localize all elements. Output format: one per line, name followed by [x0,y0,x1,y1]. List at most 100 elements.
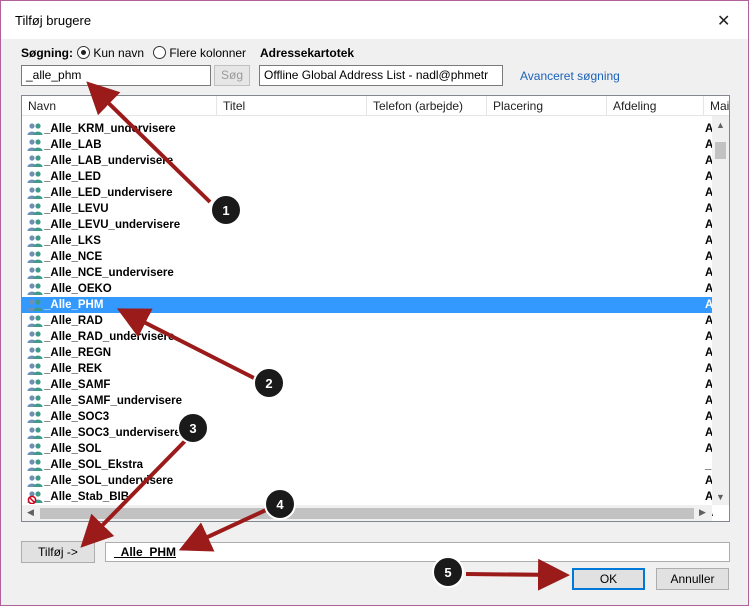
group-icon [27,442,43,456]
list-header: Navn Titel Telefon (arbejde) Placering A… [22,96,729,116]
row-name: _Alle_SOL_undervisere [44,475,174,487]
table-row[interactable]: _Alle_LKS A [22,233,713,249]
group-icon [27,282,43,296]
row-mail: _ [705,459,712,471]
group-icon [27,250,43,264]
radio-checked-icon[interactable] [77,46,90,59]
column-header-phone[interactable]: Telefon (arbejde) [367,96,487,116]
table-row[interactable]: _Alle_LEVU_undervisere A [22,217,713,233]
address-book-label: Adressekartotek [260,46,355,60]
table-row[interactable]: _Alle_SOL_Ekstra _ [22,457,712,473]
scroll-down-icon[interactable]: ▼ [716,492,725,502]
table-row[interactable]: _Alle_SOC3 A [22,409,713,425]
row-name: _Alle_SOC3 [44,411,110,423]
row-name: _Alle_SOL_Ekstra [44,459,144,471]
table-row[interactable]: _Alle_LED_undervisere A [22,185,713,201]
row-name: _Alle_LED_undervisere [44,187,173,199]
row-name: _Alle_LAB_undervisere [44,155,174,167]
group-icon [27,202,43,216]
vertical-scroll-thumb[interactable] [715,142,726,159]
radio-more-columns[interactable]: Flere kolonner [153,46,246,60]
group-icon [27,330,43,344]
group-icon [27,218,43,232]
user-list: Navn Titel Telefon (arbejde) Placering A… [21,95,730,522]
list-rows: _Alle_KRM_undervisere A _Alle_LAB A _Alle_LA… [22,121,713,521]
close-icon[interactable]: ✕ [717,11,730,31]
table-row[interactable]: _Alle_Stab_BIB A [22,489,713,505]
group-icon [27,266,43,280]
ok-button[interactable]: OK [572,568,645,590]
radio-name-only-label: Kun navn [93,46,145,60]
added-users-field[interactable]: _Alle_PHM [105,542,730,562]
row-name: _Alle_RAD [44,315,103,327]
scroll-up-icon[interactable]: ▲ [716,120,725,130]
group-icon [27,154,43,168]
radio-more-columns-label: Flere kolonner [169,46,247,60]
row-name: _Alle_SAMF_undervisere [44,395,183,407]
group-icon [27,138,43,152]
row-name: _Alle_RAD_undervisere [44,331,175,343]
table-row[interactable]: _Alle_SOL_undervisere A [22,473,713,489]
address-book-value: Offline Global Address List - nadl@phmet… [264,68,489,82]
group-icon [27,186,43,200]
table-row[interactable]: _Alle_REGN A [22,345,713,361]
scroll-right-icon[interactable]: ▶ [699,507,706,518]
column-header-name[interactable]: Navn [22,96,217,116]
group-icon [27,426,43,440]
row-name: _Alle_LED [44,171,101,183]
radio-unchecked-icon[interactable] [153,46,166,59]
row-name: _Alle_KRM_undervisere [44,123,176,135]
group-icon [27,346,43,360]
title-bar: Tilføj brugere ✕ [1,1,748,39]
table-row[interactable]: _Alle_LED A [22,169,713,185]
row-name: _Alle_OEKO [44,283,112,295]
table-row[interactable]: _Alle_LAB A [22,137,713,153]
address-book-select[interactable]: Offline Global Address List - nadl@phmet… [259,65,503,86]
horizontal-scroll-thumb[interactable] [40,508,694,519]
group-icon [27,234,43,248]
vertical-scrollbar[interactable]: ▲ ▼ [712,116,729,505]
table-row[interactable]: _Alle_OEKO A [22,281,713,297]
row-name: _Alle_NCE [44,251,103,263]
group-icon [27,298,43,312]
horizontal-scrollbar[interactable]: ◀ ▶ [22,505,712,521]
search-label: Søgning: [21,46,73,60]
row-name: _Alle_REGN [44,347,112,359]
table-row[interactable]: _Alle_LAB_undervisere A [22,153,713,169]
group-icon [27,122,43,136]
cancel-button[interactable]: Annuller [656,568,729,590]
row-name: _Alle_LEVU [44,203,109,215]
table-row[interactable]: _Alle_PHM A [22,297,713,313]
add-button[interactable]: Tilføj -> [21,541,95,563]
row-name: _Alle_SOC3_undervisere [44,427,181,439]
radio-name-only[interactable]: Kun navn [77,46,144,60]
table-row[interactable]: _Alle_RAD_undervisere A [22,329,713,345]
group-icon [27,314,43,328]
row-name: _Alle_LAB [44,139,102,151]
column-header-location[interactable]: Placering [487,96,607,116]
table-row[interactable]: _Alle_SOC3_undervisere A [22,425,713,441]
row-name: _Alle_SOL [44,443,102,455]
column-header-department[interactable]: Afdeling [607,96,704,116]
table-row[interactable]: _Alle_REK A [22,361,713,377]
row-name: _Alle_LKS [44,235,101,247]
group-icon [27,474,43,488]
row-name: _Alle_PHM [44,299,104,311]
table-row[interactable]: _Alle_SAMF_undervisere A [22,393,713,409]
search-button[interactable]: Søg [214,65,250,86]
column-header-title[interactable]: Titel [217,96,367,116]
table-row[interactable]: _Alle_KRM_undervisere A [22,121,713,137]
group-icon [27,378,43,392]
table-row[interactable]: _Alle_SOL A [22,441,713,457]
table-row[interactable]: _Alle_SAMF A [22,377,713,393]
table-row[interactable]: _Alle_NCE_undervisere A [22,265,713,281]
scroll-left-icon[interactable]: ◀ [27,507,34,518]
group-icon [27,362,43,376]
table-row[interactable]: _Alle_RAD A [22,313,713,329]
table-row[interactable]: _Alle_NCE A [22,249,713,265]
column-header-mail[interactable]: Mai [704,96,729,116]
advanced-search-link[interactable]: Avanceret søgning [520,69,620,83]
search-input[interactable]: _alle_phm [21,65,211,86]
group-icon [27,170,43,184]
table-row[interactable]: _Alle_LEVU A [22,201,713,217]
